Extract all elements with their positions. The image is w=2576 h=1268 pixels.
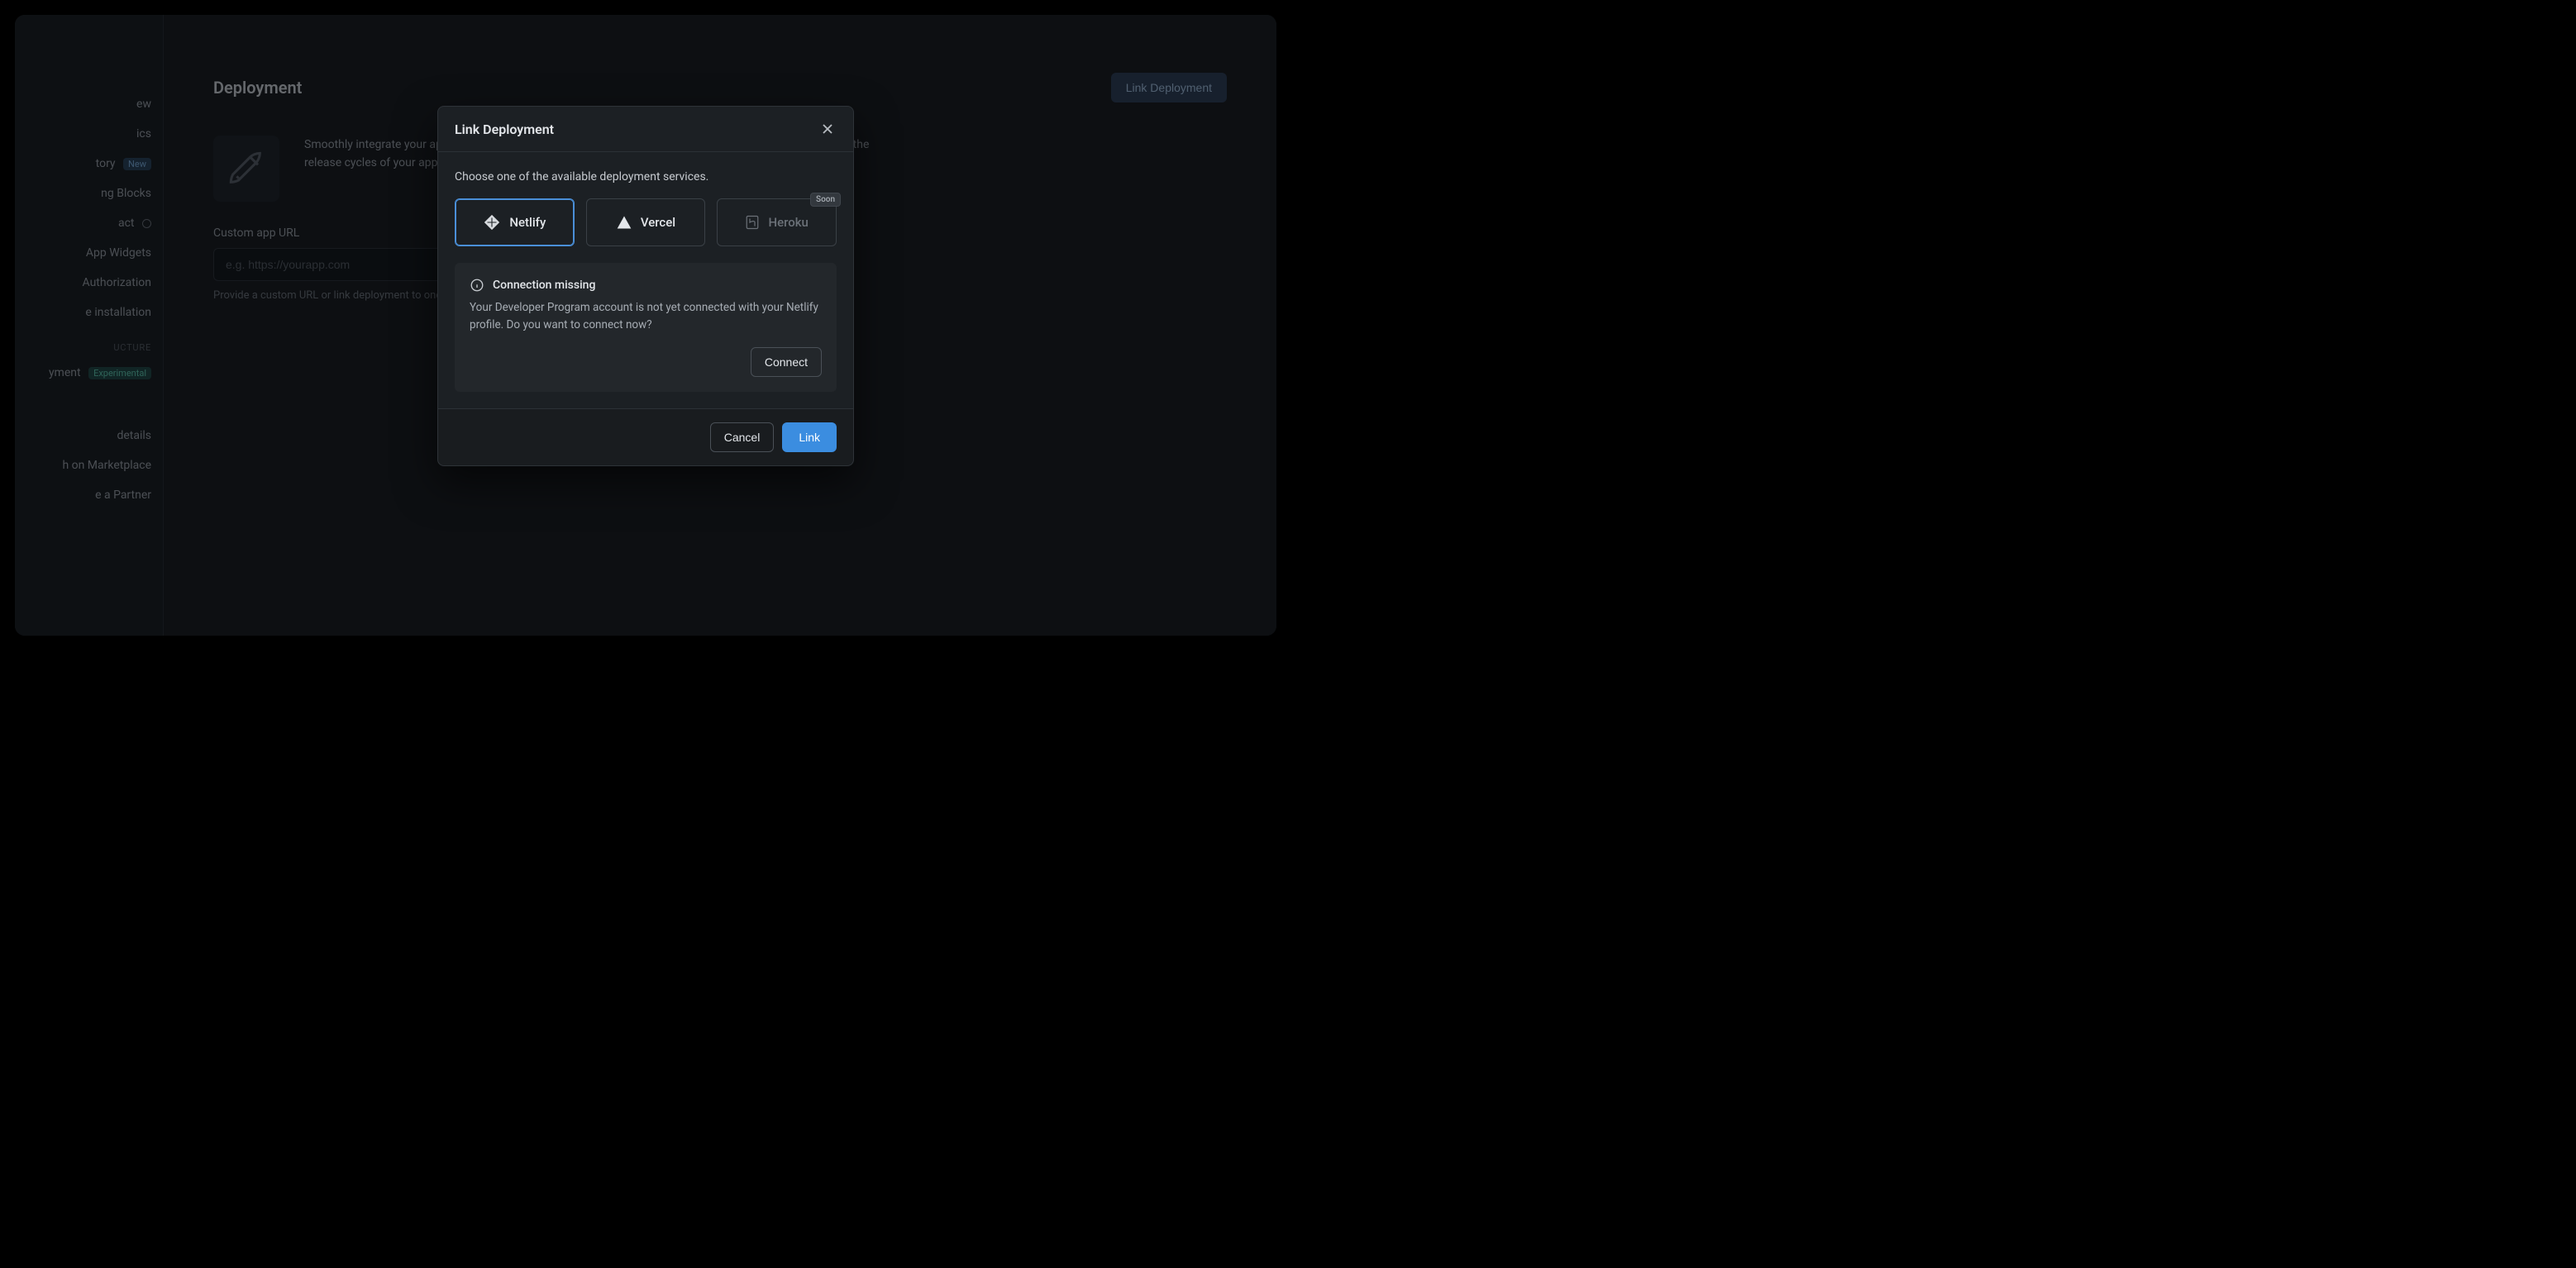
connect-button[interactable]: Connect bbox=[751, 347, 822, 377]
provider-vercel[interactable]: Vercel bbox=[586, 198, 706, 246]
provider-netlify[interactable]: Netlify bbox=[455, 198, 575, 246]
link-button[interactable]: Link bbox=[782, 422, 837, 452]
provider-label: Heroku bbox=[768, 215, 808, 230]
connection-missing-notice: Connection missing Your Developer Progra… bbox=[455, 263, 837, 392]
soon-badge: Soon bbox=[810, 193, 841, 207]
modal-overlay: Link Deployment Choose one of the availa… bbox=[15, 15, 1276, 636]
close-icon[interactable] bbox=[818, 120, 837, 138]
notice-title: Connection missing bbox=[493, 279, 595, 292]
provider-label: Vercel bbox=[641, 215, 675, 230]
heroku-icon bbox=[745, 215, 760, 230]
provider-heroku: Heroku Soon bbox=[717, 198, 837, 246]
notice-body: Your Developer Program account is not ye… bbox=[470, 299, 822, 334]
info-icon bbox=[470, 278, 484, 293]
provider-row: Netlify Vercel bbox=[455, 198, 837, 246]
cancel-button[interactable]: Cancel bbox=[710, 422, 775, 452]
vercel-icon bbox=[616, 214, 632, 231]
netlify-icon bbox=[483, 213, 501, 231]
provider-label: Netlify bbox=[509, 215, 546, 230]
modal-title: Link Deployment bbox=[455, 122, 554, 137]
link-deployment-modal: Link Deployment Choose one of the availa… bbox=[437, 106, 854, 466]
modal-description: Choose one of the available deployment s… bbox=[455, 170, 837, 184]
app-window: ew ics tory New ng Blocks act App Widget… bbox=[15, 15, 1276, 636]
